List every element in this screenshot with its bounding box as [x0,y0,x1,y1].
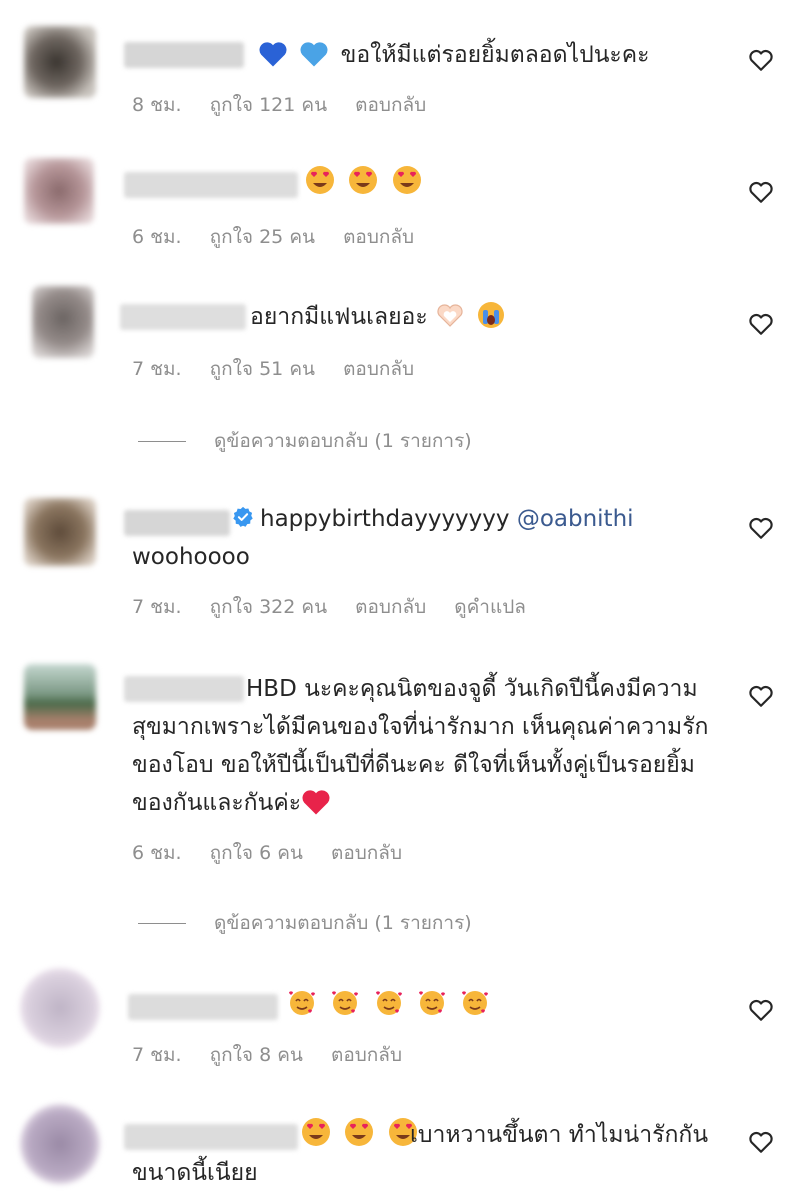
likes-count[interactable]: ถูกใจ 121 คน [210,90,327,120]
comment-meta: 7 ชม. ถูกใจ 8 คน ตอบกลับ [132,1040,424,1070]
heart-eyes-emoji [392,166,421,194]
divider-line [138,441,186,442]
comment-time: 8 ชม. [132,94,182,116]
comment-text [286,986,495,1024]
view-replies-button[interactable]: ดูข้อความตอบกลับ (1 รายการ) [138,908,472,938]
avatar[interactable] [24,664,96,730]
username-blurred[interactable] [120,304,246,330]
like-heart-icon[interactable] [748,998,774,1022]
light-blue-heart-emoji [300,42,328,67]
likes-count[interactable]: ถูกใจ 51 คน [210,354,315,384]
comment-body: เบาหวานขึ้นตา ทำไมน่ารักกันขนาดนี้เนียย [132,1122,709,1186]
reply-button[interactable]: ตอบกลับ [343,222,414,252]
avatar[interactable] [24,158,94,224]
avatar[interactable] [20,1104,100,1184]
comment-time: 7 ชม. [132,358,182,380]
comment-text: HBD นะคะคุณนิตของจูดี้ วันเกิดปีนี้คงมีค… [132,670,722,822]
comment-meta: 7 ชม. ถูกใจ 322 คน ตอบกลับ ดูคำแปล [132,592,548,622]
comment-time: 6 ชม. [132,226,182,248]
likes-count[interactable]: ถูกใจ 25 คน [210,222,315,252]
comment-text: อยากมีแฟนเลยอะ [250,298,510,336]
reply-button[interactable]: ตอบกลับ [343,354,414,384]
see-translation-button[interactable]: ดูคำแปล [454,592,526,622]
reply-button[interactable]: ตอบกลับ [355,592,426,622]
comments-page: ขอให้มีแต่รอยยิ้มตลอดไปนะคะ 8 ชม. ถูกใจ … [0,0,800,1200]
emoji-group [286,991,495,1018]
view-replies-button[interactable]: ดูข้อความตอบกลับ (1 รายการ) [138,426,472,456]
comment-time: 6 ชม. [132,842,182,864]
mention-link[interactable]: @oabnithi [517,506,634,532]
avatar[interactable] [20,968,100,1048]
divider-line [138,923,186,924]
username-blurred[interactable] [124,510,230,536]
smiling-face-hearts-emoji [332,991,359,1015]
comment-meta: 8 ชม. ถูกใจ 121 คน ตอบกลับ [132,90,448,120]
reply-button[interactable]: ตอบกลับ [355,90,426,120]
comment-meta: 6 ชม. ถูกใจ 25 คน ตอบกลับ [132,222,436,252]
comment-body: HBD นะคะคุณนิตของจูดี้ วันเกิดปีนี้คงมีค… [132,676,709,816]
comment-text: happybirthdayyyyyyy @oabnithi [232,500,634,538]
comment-time: 7 ชม. [132,1044,182,1066]
smiling-face-hearts-emoji [418,991,445,1015]
avatar[interactable] [24,498,96,566]
like-heart-icon[interactable] [748,48,774,72]
comment-body: อยากมีแฟนเลยอะ [250,304,428,330]
avatar[interactable] [24,26,96,98]
reply-button[interactable]: ตอบกลับ [331,1040,402,1070]
like-heart-icon[interactable] [748,1130,774,1154]
smiling-face-hearts-emoji [462,991,489,1015]
comment-body: ขอให้มีแต่รอยยิ้มตลอดไปนะคะ [340,42,650,68]
username-blurred[interactable] [128,994,278,1020]
heart-eyes-emoji [306,166,334,194]
username-blurred[interactable] [124,42,244,68]
avatar[interactable] [32,286,94,358]
like-heart-icon[interactable] [748,180,774,204]
crying-face-emoji [478,302,505,328]
comment-time: 7 ชม. [132,596,182,618]
like-heart-icon[interactable] [748,312,774,336]
comment-meta: 6 ชม. ถูกใจ 6 คน ตอบกลับ [132,838,424,868]
comment-text-line2: woohoooo [132,544,250,570]
likes-count[interactable]: ถูกใจ 8 คน [210,1040,303,1070]
heart-eyes-emoji [349,166,378,194]
comment-meta: 7 ชม. ถูกใจ 51 คน ตอบกลับ [132,354,436,384]
heart-hands-emoji [437,304,463,327]
likes-count[interactable]: ถูกใจ 322 คน [210,592,327,622]
reply-button[interactable]: ตอบกลับ [331,838,402,868]
red-heart-emoji [302,790,330,815]
smiling-face-hearts-emoji [288,991,316,1015]
view-replies-label: ดูข้อความตอบกลับ (1 รายการ) [214,912,472,934]
likes-count[interactable]: ถูกใจ 6 คน [210,838,303,868]
like-heart-icon[interactable] [748,684,774,708]
view-replies-label: ดูข้อความตอบกลับ (1 รายการ) [214,430,472,452]
verified-badge-icon [233,506,253,527]
blue-heart-emoji [259,42,287,67]
emoji-group [304,166,427,196]
like-heart-icon[interactable] [748,516,774,540]
comment-body: happybirthdayyyyyyy [260,506,510,532]
comment-text: ขอให้มีแต่รอยยิ้มตลอดไปนะคะ [258,36,650,74]
username-blurred[interactable] [124,172,298,198]
smiling-face-hearts-emoji [375,991,402,1015]
comment-text [304,164,427,202]
